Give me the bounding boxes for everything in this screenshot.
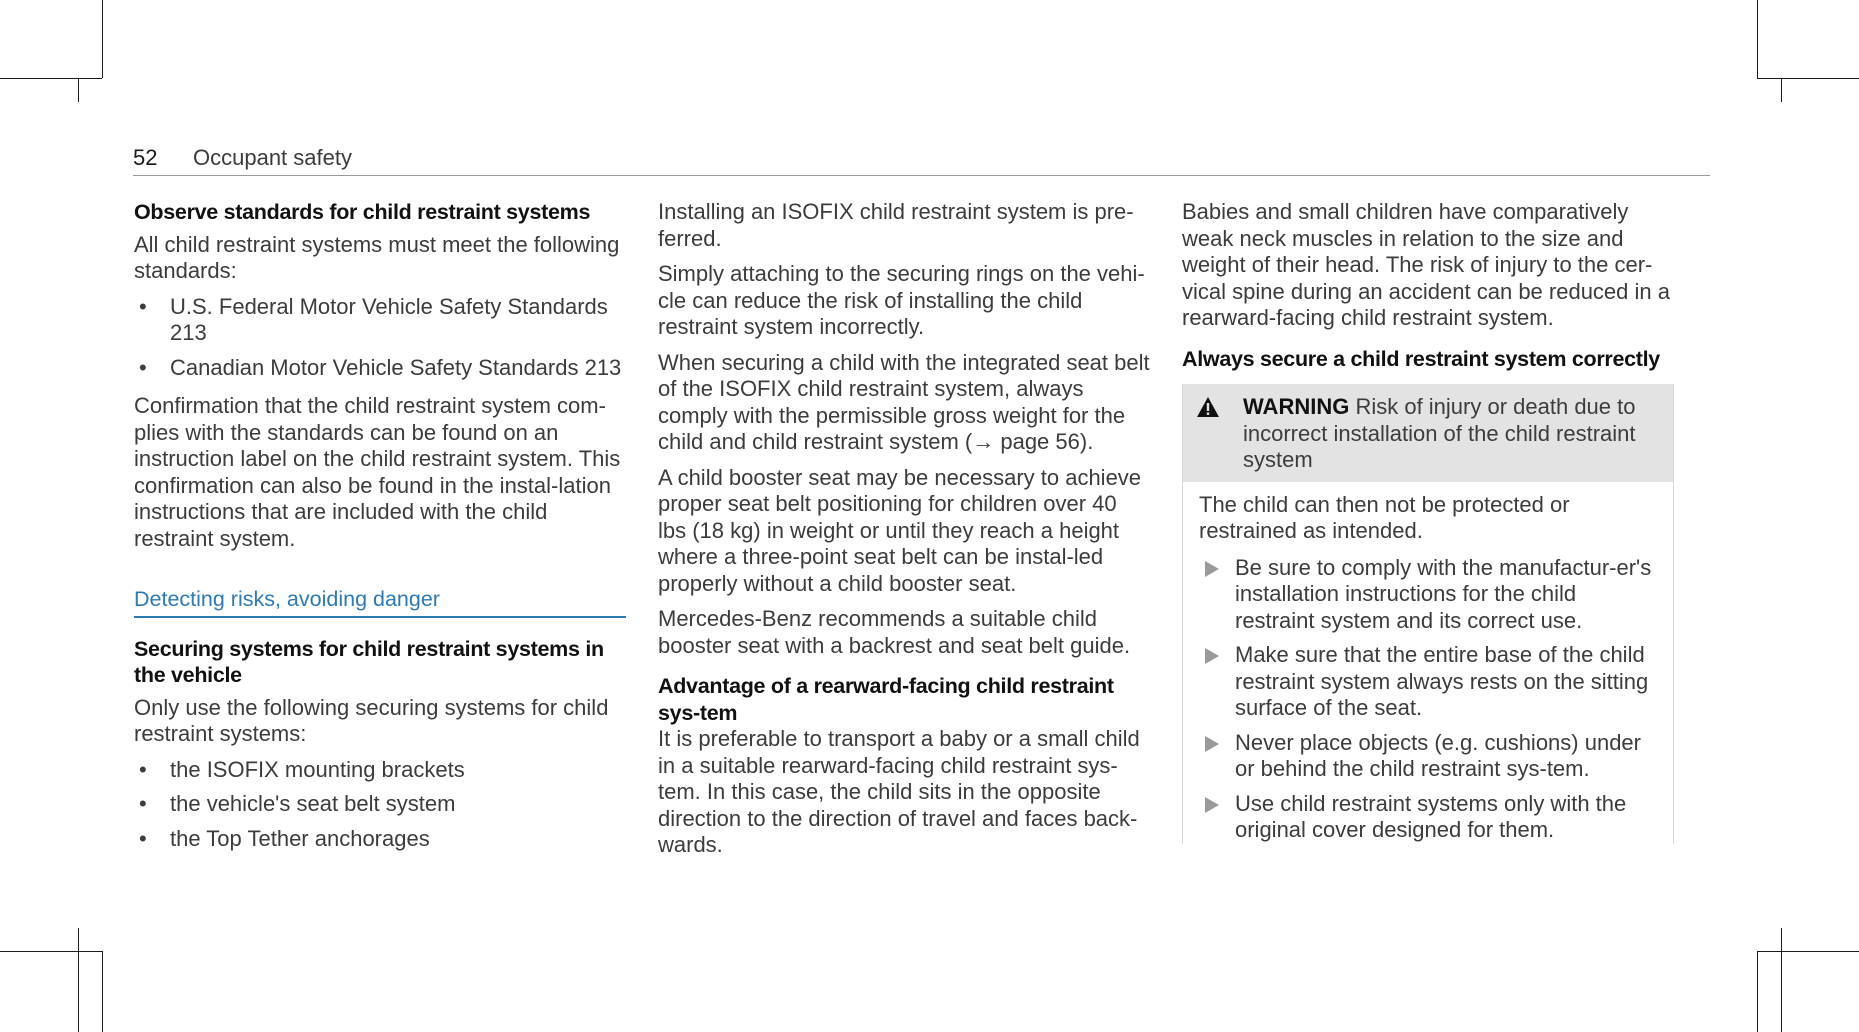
paragraph: Confirmation that the child restraint sy… (134, 393, 621, 551)
crop-mark (1781, 928, 1782, 1032)
list-item: the ISOFIX mounting brackets (134, 757, 626, 784)
crop-mark (78, 78, 79, 102)
paragraph: The child can then not be protected or r… (1199, 491, 1570, 544)
warning-triangle-icon (1197, 397, 1219, 417)
page-number: 52 (133, 145, 158, 170)
crop-mark (0, 951, 102, 952)
section-title: Occupant safety (193, 145, 352, 170)
page-header: 52 Occupant safety (133, 145, 1710, 176)
securing-list: the ISOFIX mounting brackets the vehicle… (134, 757, 626, 853)
warning-body: The child can then not be protected or r… (1183, 482, 1673, 844)
crop-mark (1757, 951, 1758, 1032)
crop-mark (1757, 0, 1758, 78)
paragraph: When securing a child with the integrate… (658, 349, 1150, 455)
arrow-right-icon (1205, 648, 1219, 664)
paragraph: Babies and small children have comparati… (1182, 199, 1670, 330)
heading-rearward: Advantage of a rearward-facing child res… (658, 674, 1114, 725)
instruction-step: Use child restraint systems only with th… (1199, 791, 1657, 844)
crop-mark (1781, 78, 1782, 102)
paragraph: Mercedes-Benz recommends a suitable chil… (658, 606, 1131, 658)
instruction-list: Be sure to comply with the manufactur-er… (1199, 555, 1657, 844)
column-left: Observe standards for child restraint sy… (134, 199, 626, 864)
list-item: Canadian Motor Vehicle Safety Standards … (134, 355, 626, 382)
list-item: U.S. Federal Motor Vehicle Safety Standa… (134, 294, 626, 347)
arrow-right-icon (1205, 796, 1219, 813)
crop-mark (0, 78, 102, 79)
paragraph: Only use the following securing systems … (134, 694, 609, 747)
instruction-step: Never place objects (e.g. cushions) unde… (1199, 730, 1657, 783)
column-middle: Installing an ISOFIX child restraint sys… (658, 199, 1150, 868)
warning-box: WARNING Risk of injury or death due to i… (1182, 384, 1674, 844)
paragraph: A child booster seat may be necessary to… (658, 464, 1142, 596)
crop-mark (78, 928, 79, 1032)
standards-list: U.S. Federal Motor Vehicle Safety Standa… (134, 294, 626, 382)
paragraph: Simply attaching to the securing rings o… (658, 261, 1145, 339)
warning-header: WARNING Risk of injury or death due to i… (1183, 384, 1673, 482)
paragraph: It is preferable to transport a baby or … (658, 726, 1140, 857)
arrow-right-icon (1205, 560, 1219, 577)
paragraph: All child restraint systems must meet th… (134, 231, 620, 284)
section-heading: Detecting risks, avoiding danger (134, 586, 626, 618)
instruction-step: Be sure to comply with the manufactur-er… (1199, 555, 1657, 635)
heading-secure: Always secure a child restraint system c… (1182, 346, 1660, 371)
instruction-step: Make sure that the entire base of the ch… (1199, 642, 1657, 722)
list-item: the Top Tether anchorages (134, 826, 626, 853)
heading-standards: Observe standards for child restraint sy… (134, 200, 591, 224)
warning-label: WARNING (1243, 394, 1350, 419)
crop-mark (1757, 78, 1859, 79)
paragraph: Installing an ISOFIX child restraint sys… (658, 199, 1134, 251)
crop-mark (102, 951, 103, 1032)
crop-mark (1757, 951, 1859, 952)
heading-securing: Securing systems for child restraint sys… (134, 636, 604, 688)
crop-mark (102, 0, 103, 78)
column-right: Babies and small children have comparati… (1182, 199, 1674, 852)
arrow-right-icon (1205, 735, 1219, 752)
list-item: the vehicle's seat belt system (134, 791, 626, 818)
